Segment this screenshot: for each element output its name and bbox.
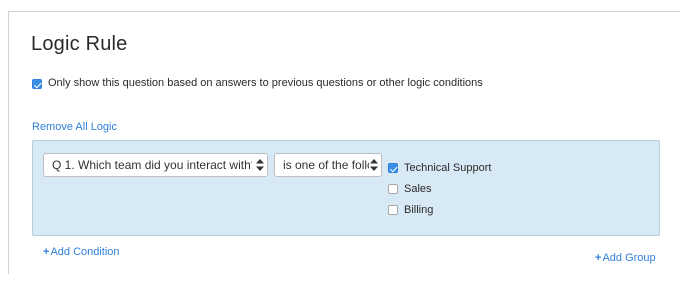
option-checkbox-billing[interactable] [388,205,398,215]
option-checkbox-sales[interactable] [388,184,398,194]
add-condition-label: Add Condition [50,246,120,258]
add-group-button[interactable]: +Add Group [595,252,656,264]
select-arrows-icon [370,159,378,171]
option-label-technical-support: Technical Support [404,162,492,174]
question-select-value: Q 1. Which team did you interact with? [52,158,252,172]
top-divider [8,11,680,12]
remove-all-logic-link[interactable]: Remove All Logic [32,121,117,133]
option-label-sales: Sales [404,183,432,195]
operator-select-value: is one of the following [283,158,369,172]
only-show-label: Only show this question based on answers… [48,77,483,89]
plus-icon: + [595,252,602,264]
add-group-label: Add Group [602,252,656,264]
operator-select[interactable]: is one of the following [274,153,382,177]
select-arrows-icon [256,159,264,171]
page-title: Logic Rule [31,33,128,55]
question-select[interactable]: Q 1. Which team did you interact with? [43,153,268,177]
only-show-checkbox[interactable] [32,79,42,89]
option-checkbox-technical-support[interactable] [388,163,398,173]
option-label-billing: Billing [404,204,434,216]
add-condition-button[interactable]: +Add Condition [43,246,120,258]
left-divider [8,12,9,274]
plus-icon: + [43,246,50,258]
